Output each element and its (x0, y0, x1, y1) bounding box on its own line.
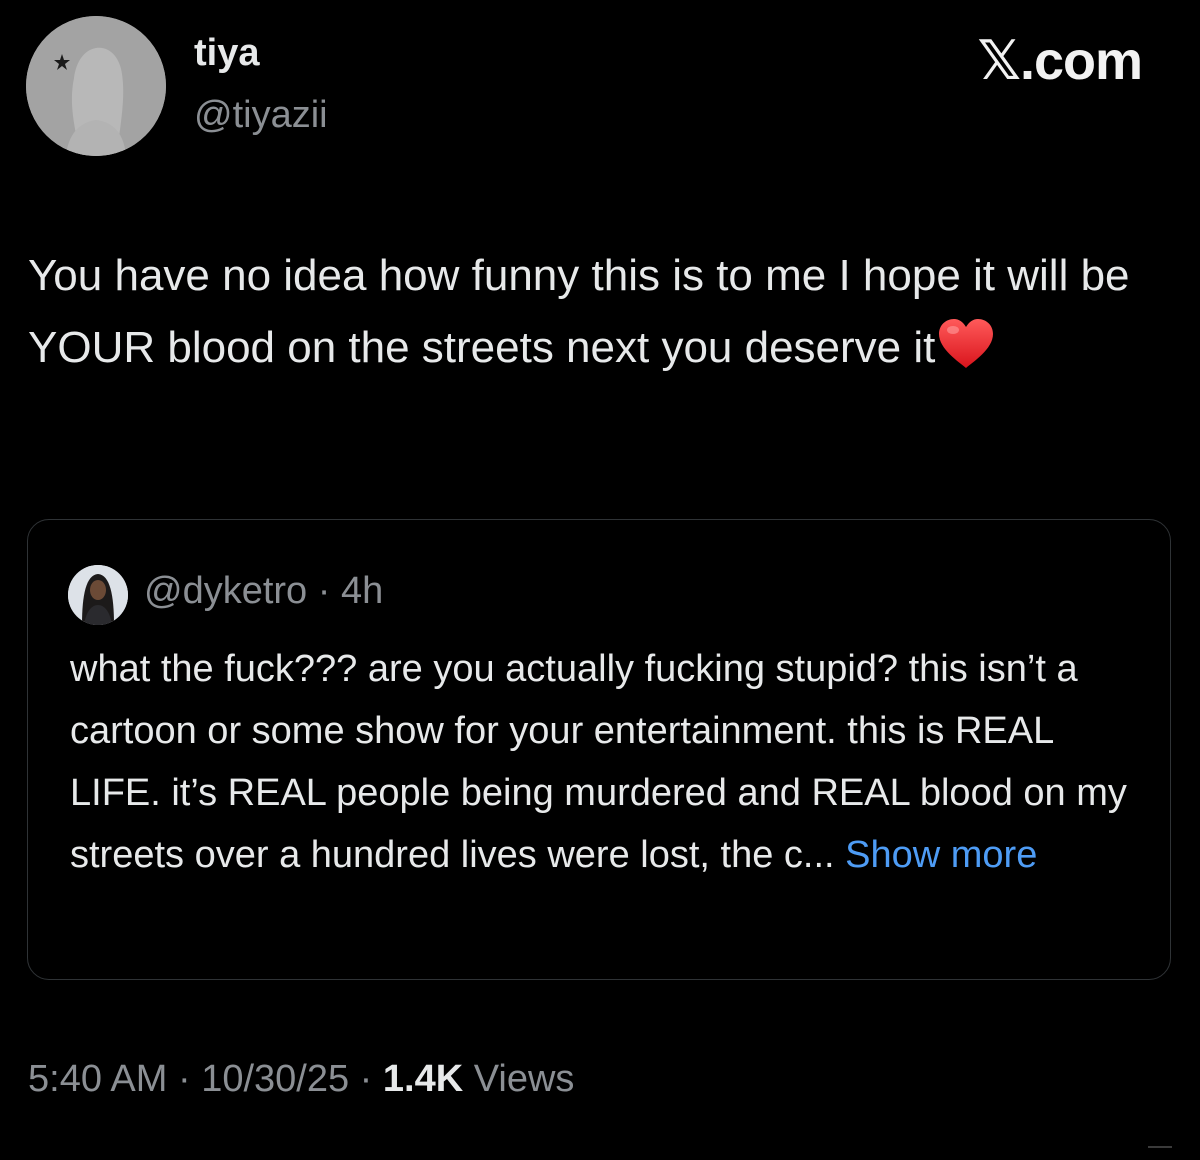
quoted-tweet-card[interactable]: @dyketro · 4h what the fuck??? are you a… (27, 519, 1171, 980)
x-com-watermark: 𝕏.com (977, 31, 1143, 91)
quoted-handle[interactable]: @dyketro (144, 570, 307, 612)
quoted-tweet-text: what the fuck??? are you actually fuckin… (70, 638, 1150, 886)
author-handle[interactable]: @tiyazii (194, 96, 328, 134)
tweet-text: You have no idea how funny this is to me… (28, 240, 1178, 392)
views-count: 1.4K (382, 1058, 464, 1100)
author-display-name[interactable]: tiya (194, 34, 259, 72)
tweet-date[interactable]: 10/30/25 (201, 1058, 349, 1100)
home-indicator (1148, 1146, 1172, 1148)
quoted-tweet-meta: @dyketro · 4h (144, 572, 383, 610)
tweet-time[interactable]: 5:40 AM (28, 1058, 167, 1100)
meta-separator: · (307, 570, 341, 612)
default-profile-silhouette-icon (26, 16, 166, 156)
footer-separator: · (349, 1058, 383, 1100)
footer-separator: · (167, 1058, 202, 1100)
show-more-link[interactable]: Show more (845, 834, 1037, 876)
brand-suffix: .com (1019, 31, 1143, 91)
tweet-footer: 5:40 AM · 10/30/25 · 1.4K Views (28, 1060, 574, 1098)
quoted-author-avatar[interactable] (68, 565, 128, 625)
author-avatar[interactable] (26, 16, 166, 156)
x-logo-icon: 𝕏 (977, 29, 1021, 92)
heart-icon (937, 318, 995, 392)
views-label: Views (463, 1058, 575, 1100)
avatar-photo-icon (68, 565, 128, 625)
quoted-timestamp[interactable]: 4h (341, 570, 383, 612)
